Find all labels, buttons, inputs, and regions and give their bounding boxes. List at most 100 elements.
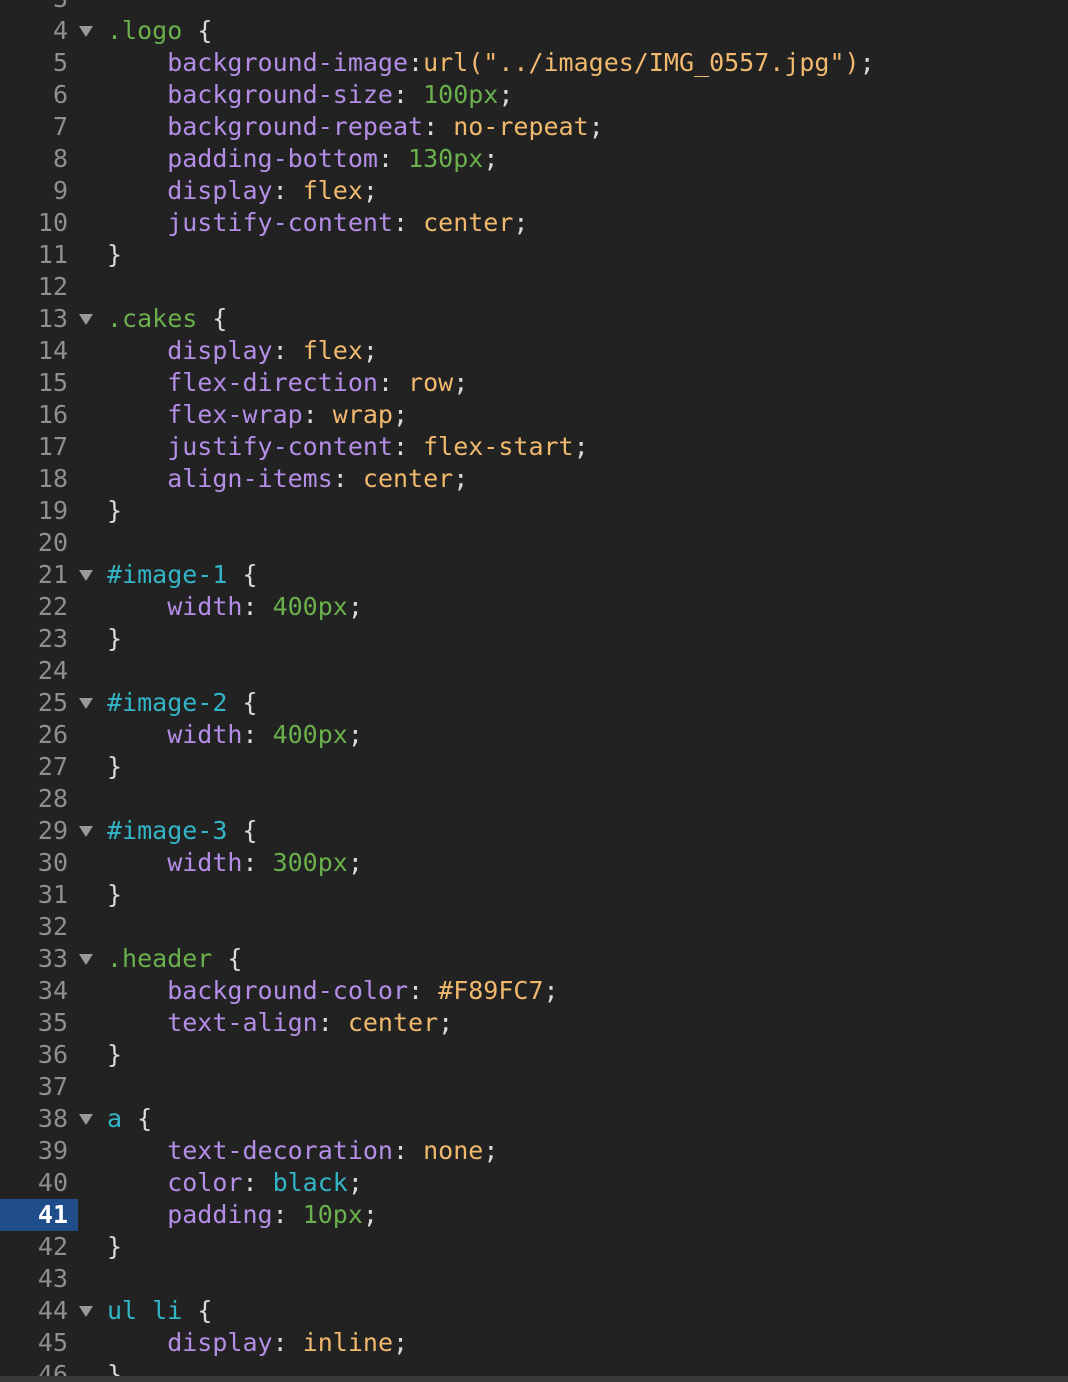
code-line[interactable]: 9 display: flex; bbox=[0, 175, 1068, 207]
code-line[interactable]: 33 .header { bbox=[0, 943, 1068, 975]
code-line[interactable]: 24 bbox=[0, 655, 1068, 687]
code-line[interactable]: 8 padding-bottom: 130px; bbox=[0, 143, 1068, 175]
code-text[interactable]: background-size: 100px; bbox=[107, 79, 513, 111]
code-text[interactable]: justify-content: flex-start; bbox=[107, 431, 588, 463]
code-line[interactable]: 26 width: 400px; bbox=[0, 719, 1068, 751]
code-text[interactable]: color: black; bbox=[107, 1167, 363, 1199]
code-line[interactable]: 17 justify-content: flex-start; bbox=[0, 431, 1068, 463]
code-token: 300px bbox=[272, 848, 348, 877]
code-line[interactable]: 6 background-size: 100px; bbox=[0, 79, 1068, 111]
code-text[interactable]: a { bbox=[107, 1103, 152, 1135]
code-line[interactable]: 4 .logo { bbox=[0, 15, 1068, 47]
code-text[interactable]: #image-1 { bbox=[107, 559, 258, 591]
code-token: { bbox=[227, 688, 258, 717]
line-number: 33 bbox=[37, 944, 68, 973]
code-line[interactable]: 3 bbox=[0, 0, 1068, 15]
code-text[interactable]: padding-bottom: 130px; bbox=[107, 143, 498, 175]
fold-arrow-icon[interactable] bbox=[78, 815, 94, 847]
fold-arrow-icon[interactable] bbox=[78, 943, 94, 975]
code-line[interactable]: 38 a { bbox=[0, 1103, 1068, 1135]
code-token: { bbox=[227, 560, 258, 589]
code-line[interactable]: 13 .cakes { bbox=[0, 303, 1068, 335]
code-token: } bbox=[107, 496, 123, 525]
code-line[interactable]: 23} bbox=[0, 623, 1068, 655]
code-text[interactable]: } bbox=[107, 1039, 122, 1071]
line-number: 29 bbox=[37, 816, 68, 845]
fold-arrow-icon[interactable] bbox=[78, 303, 94, 335]
code-text[interactable]: .header { bbox=[107, 943, 242, 975]
code-text[interactable]: ul li { bbox=[107, 1295, 212, 1327]
code-line[interactable]: 40 color: black; bbox=[0, 1167, 1068, 1199]
code-text[interactable]: flex-direction: row; bbox=[107, 367, 468, 399]
code-text[interactable]: } bbox=[107, 495, 122, 527]
code-text[interactable]: .logo { bbox=[107, 15, 212, 47]
code-text[interactable]: width: 400px; bbox=[107, 719, 363, 751]
code-editor[interactable]: 34.logo {5 background-image:url("../imag… bbox=[0, 0, 1068, 1382]
code-text[interactable]: background-image:url("../images/IMG_0557… bbox=[107, 47, 874, 79]
code-text[interactable]: width: 300px; bbox=[107, 847, 363, 879]
line-number: 45 bbox=[37, 1328, 68, 1357]
code-line[interactable]: 28 bbox=[0, 783, 1068, 815]
fold-arrow-icon[interactable] bbox=[78, 15, 94, 47]
code-text[interactable]: } bbox=[107, 751, 122, 783]
code-line[interactable]: 35 text-align: center; bbox=[0, 1007, 1068, 1039]
fold-arrow-icon[interactable] bbox=[78, 687, 94, 719]
code-line[interactable]: 11} bbox=[0, 239, 1068, 271]
code-line[interactable]: 19} bbox=[0, 495, 1068, 527]
code-text[interactable]: } bbox=[107, 623, 122, 655]
fold-arrow-icon[interactable] bbox=[78, 1103, 94, 1135]
code-text[interactable]: justify-content: center; bbox=[107, 207, 528, 239]
code-line[interactable]: 31} bbox=[0, 879, 1068, 911]
fold-arrow-icon[interactable] bbox=[78, 559, 94, 591]
code-text[interactable]: display: inline; bbox=[107, 1327, 408, 1359]
code-text[interactable]: display: flex; bbox=[107, 335, 378, 367]
code-line[interactable]: 18 align-items: center; bbox=[0, 463, 1068, 495]
code-line[interactable]: 12 bbox=[0, 271, 1068, 303]
code-line[interactable]: 22 width: 400px; bbox=[0, 591, 1068, 623]
code-token: : bbox=[242, 592, 273, 621]
code-line[interactable]: 27} bbox=[0, 751, 1068, 783]
code-line[interactable]: 39 text-decoration: none; bbox=[0, 1135, 1068, 1167]
code-line[interactable]: 10 justify-content: center; bbox=[0, 207, 1068, 239]
code-line[interactable]: 14 display: flex; bbox=[0, 335, 1068, 367]
horizontal-scrollbar[interactable] bbox=[0, 1376, 1068, 1382]
code-text[interactable]: } bbox=[107, 239, 122, 271]
code-text[interactable]: text-decoration: none; bbox=[107, 1135, 498, 1167]
code-line[interactable]: 32 bbox=[0, 911, 1068, 943]
code-token: wrap bbox=[332, 400, 393, 429]
code-line[interactable]: 25 #image-2 { bbox=[0, 687, 1068, 719]
code-line[interactable]: 42} bbox=[0, 1231, 1068, 1263]
code-token: background-repeat bbox=[107, 112, 424, 141]
code-text[interactable]: } bbox=[107, 1231, 122, 1263]
code-text[interactable]: display: flex; bbox=[107, 175, 378, 207]
code-line-active[interactable]: 41 padding: 10px; bbox=[0, 1199, 1068, 1231]
code-lines[interactable]: 34.logo {5 background-image:url("../imag… bbox=[0, 0, 1068, 1382]
code-text[interactable]: .cakes { bbox=[107, 303, 227, 335]
code-text[interactable]: #image-2 { bbox=[107, 687, 258, 719]
line-number: 38 bbox=[37, 1104, 68, 1133]
code-line[interactable]: 29 #image-3 { bbox=[0, 815, 1068, 847]
code-text[interactable]: padding: 10px; bbox=[107, 1199, 378, 1231]
code-line[interactable]: 15 flex-direction: row; bbox=[0, 367, 1068, 399]
code-line[interactable]: 36} bbox=[0, 1039, 1068, 1071]
code-line[interactable]: 5 background-image:url("../images/IMG_05… bbox=[0, 47, 1068, 79]
code-text[interactable]: align-items: center; bbox=[107, 463, 468, 495]
fold-arrow-icon[interactable] bbox=[78, 1295, 94, 1327]
code-text[interactable]: background-repeat: no-repeat; bbox=[107, 111, 604, 143]
code-line[interactable]: 16 flex-wrap: wrap; bbox=[0, 399, 1068, 431]
code-text[interactable]: background-color: #F89FC7; bbox=[107, 975, 558, 1007]
code-line[interactable]: 30 width: 300px; bbox=[0, 847, 1068, 879]
code-line[interactable]: 37 bbox=[0, 1071, 1068, 1103]
code-line[interactable]: 20 bbox=[0, 527, 1068, 559]
code-text[interactable]: } bbox=[107, 879, 122, 911]
code-line[interactable]: 34 background-color: #F89FC7; bbox=[0, 975, 1068, 1007]
code-line[interactable]: 21 #image-1 { bbox=[0, 559, 1068, 591]
code-text[interactable]: #image-3 { bbox=[107, 815, 258, 847]
code-line[interactable]: 43 bbox=[0, 1263, 1068, 1295]
code-line[interactable]: 7 background-repeat: no-repeat; bbox=[0, 111, 1068, 143]
code-text[interactable]: width: 400px; bbox=[107, 591, 363, 623]
code-text[interactable]: flex-wrap: wrap; bbox=[107, 399, 408, 431]
code-text[interactable]: text-align: center; bbox=[107, 1007, 453, 1039]
code-line[interactable]: 44 ul li { bbox=[0, 1295, 1068, 1327]
code-line[interactable]: 45 display: inline; bbox=[0, 1327, 1068, 1359]
